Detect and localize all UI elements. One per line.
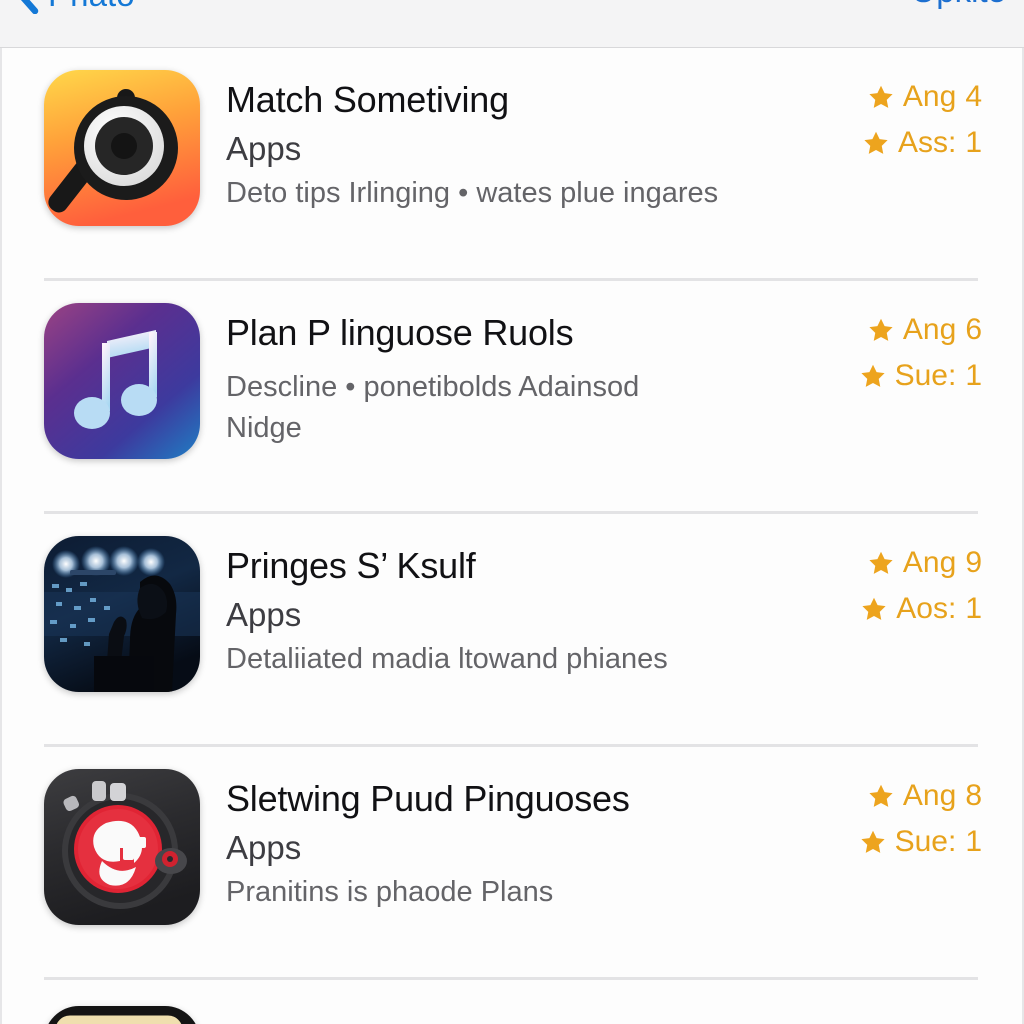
rating-label: Ang [902,80,957,113]
app-description: Detaliiated madia ltowand phianes [226,643,668,676]
list-item[interactable]: Match Sometiving Apps Deto tips Irlingin… [2,48,1022,278]
rating-secondary: Aos: 1 [861,594,982,624]
app-category: Apps [226,129,302,167]
app-title: Plan P linguose Ruols [226,312,574,353]
rating-value: 8 [965,779,982,812]
rating-label: Ang [902,779,957,812]
rating-value: 1 [965,359,982,392]
rating-label: Ass: [897,126,957,159]
app-title: Match Sometiving [226,79,509,120]
rating-primary: Ang 6 [868,315,982,345]
rating-label: Sue: [894,359,957,392]
list-item-text: Plan P linguose Ruols Descline • ponetib… [200,303,807,449]
list-item-text: Pringes S’ Ksulf Apps Detaliiated madia … [200,536,807,681]
rating-value: 1 [965,825,982,858]
magnifier-speaker-icon [44,70,200,226]
list-item-ratings: Ang 6 Sue: 1 [807,303,982,391]
star-icon [869,85,893,108]
retro-console-icon [44,1006,200,1024]
list-item-text: Sletwing Puud Pinguoses Apps Pranitins i… [200,769,807,914]
app-category: Apps [226,595,302,633]
star-icon [862,597,886,620]
rating-value: 9 [965,546,982,579]
rating-label: Ang [902,313,957,346]
app-description: Descline • ponetibolds Adainsod Nidge [226,370,640,444]
star-icon [869,784,893,807]
list-item-text: Match Sometiving Apps Deto tips Irlingin… [200,70,807,215]
app-store-list-screen: Phato Opkite [0,0,1024,1024]
back-chevron-icon[interactable] [14,0,40,14]
rating-label: Aos: [896,592,957,625]
rating-secondary: Sue: 1 [860,827,982,857]
turntable-icon [44,769,200,925]
list-item-ratings: Ang 9 Aos: 1 [807,536,982,624]
rating-label: Sue: [894,825,957,858]
star-icon [864,131,888,154]
back-button-label: Phato [48,0,135,11]
list-item[interactable]: Pringes S’ Ksulf Apps Detaliiated madia … [2,514,1022,744]
app-title: Sletwing Puud Pinguoses [226,778,630,819]
rating-secondary: Ass: 1 [863,128,982,158]
app-description: Pranitins is phaode Plans [226,876,554,909]
music-note-icon [44,303,200,459]
list-item-ratings: Ang 4 Ass: 1 [807,70,982,158]
navbar-action-link[interactable]: Opkite [911,0,1006,7]
rating-label: Ang [902,546,957,579]
list-item[interactable]: Plan P linguose Ruols Descline • ponetib… [2,281,1022,511]
list-item[interactable]: Sletwing Puud Pinguoses Apps Pranitins i… [2,747,1022,977]
star-icon [869,318,893,341]
rating-value: 1 [965,592,982,625]
list-item-ratings: Ang 8 Sue: 1 [807,769,982,857]
rating-primary: Ang 4 [868,82,982,112]
app-title: Pringes S’ Ksulf [226,545,476,586]
rating-primary: Ang 9 [868,548,982,578]
rating-secondary: Sue: 1 [860,361,982,391]
star-icon [861,364,885,387]
rating-primary: Ang 8 [868,781,982,811]
app-results-list[interactable]: Match Sometiving Apps Deto tips Irlingin… [0,48,1024,1024]
rating-value: 1 [965,126,982,159]
app-category: Apps [226,828,302,866]
concert-photo-icon [44,536,200,692]
star-icon [861,830,885,853]
list-item[interactable] [2,980,1022,1024]
app-description: Deto tips Irlinging • wates plue ingares [226,177,719,210]
rating-value: 4 [965,80,982,113]
rating-value: 6 [965,313,982,346]
star-icon [869,551,893,574]
back-button[interactable]: Phato [14,0,135,14]
navigation-bar: Phato Opkite [0,0,1024,48]
